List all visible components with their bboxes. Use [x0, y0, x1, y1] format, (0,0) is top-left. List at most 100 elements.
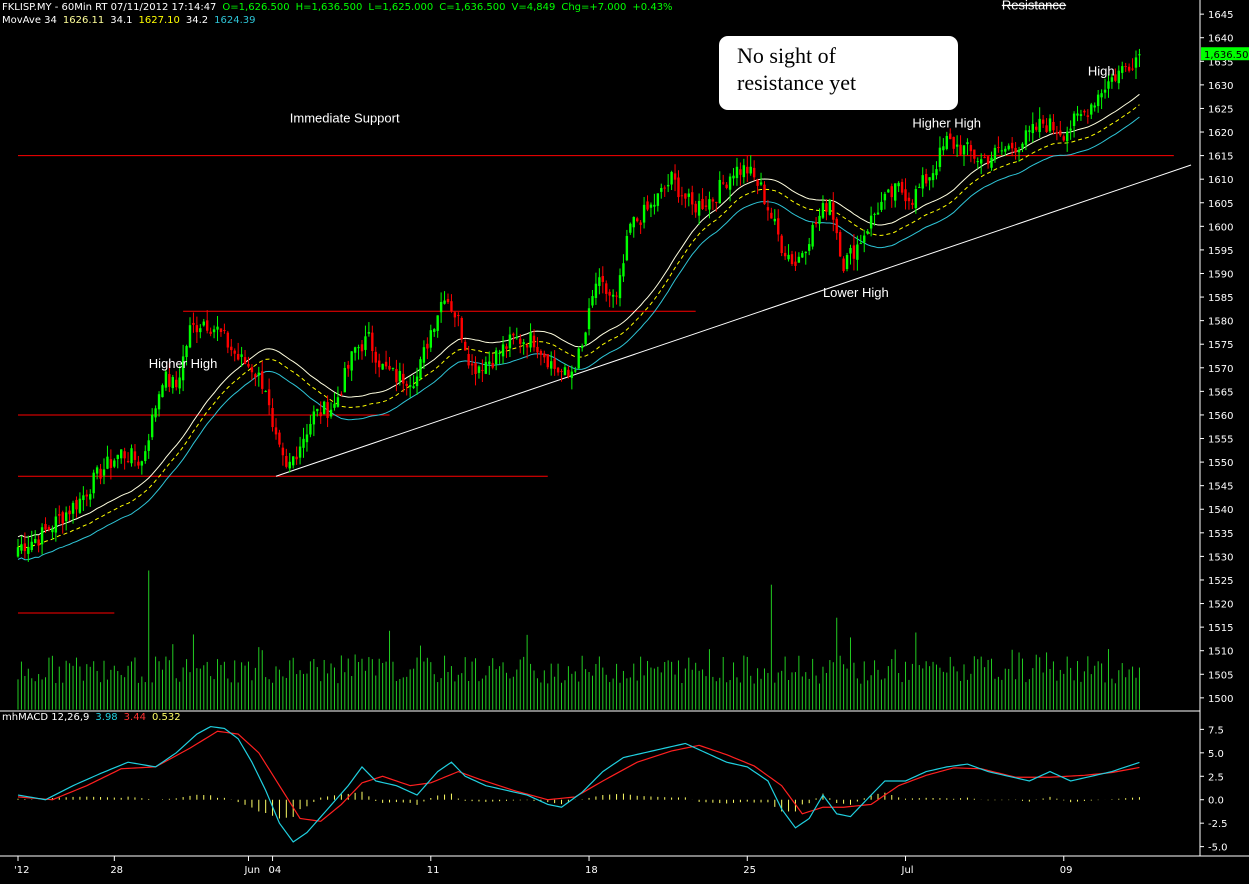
candle-body	[333, 403, 336, 408]
ohlc-field-6: Chg=+7.000	[561, 2, 627, 13]
candle-body	[684, 193, 687, 199]
candle-body	[955, 144, 959, 147]
candle-body	[567, 369, 570, 377]
candle-body	[82, 495, 85, 501]
candle-body	[54, 516, 58, 533]
candle-body	[92, 472, 95, 494]
candle-body	[525, 345, 529, 348]
candle-body	[206, 320, 209, 331]
candle-body	[790, 254, 794, 265]
candle-body	[1124, 66, 1127, 68]
candle-body	[849, 248, 852, 254]
candle-body	[429, 330, 432, 348]
candle-body	[1069, 128, 1072, 131]
ohlc-header: FKLISP.MY - 60Min RT 07/11/2012 17:14:47…	[2, 2, 679, 13]
candle-body	[89, 494, 92, 500]
candle-body	[95, 467, 99, 474]
candle-body	[1000, 150, 1004, 152]
price-tick-label: 1615	[1208, 152, 1233, 163]
macd-tick-label: 5.0	[1208, 749, 1224, 760]
candle-body	[914, 189, 918, 209]
candle-body	[835, 218, 838, 234]
candle-body	[147, 440, 150, 451]
last-price-label: 1,636.50	[1204, 50, 1249, 61]
candle-body	[728, 176, 732, 190]
candle-body	[894, 183, 897, 201]
candle-body	[171, 377, 174, 389]
ohlc-field-5: V=4,849	[511, 2, 556, 13]
candle-body	[759, 182, 763, 185]
candle-body	[364, 336, 367, 350]
candle-body	[408, 385, 412, 387]
candle-body	[550, 361, 553, 369]
candle-body	[856, 244, 859, 260]
candle-body	[766, 207, 770, 211]
time-tick-label: Jul	[901, 865, 914, 876]
candle-body	[1048, 118, 1052, 132]
price-chart: 1645164016351630162516201615161016051600…	[0, 0, 1249, 876]
candle-body	[195, 325, 199, 333]
candle-body	[1066, 131, 1069, 142]
candle-body	[209, 331, 212, 334]
candle-body	[1138, 54, 1141, 56]
candle-body	[832, 202, 835, 220]
candle-body	[388, 365, 391, 370]
candle-body	[68, 510, 71, 515]
candle-body	[309, 424, 312, 435]
candle-body	[102, 469, 106, 476]
price-tick-label: 1535	[1208, 529, 1233, 540]
candle-body	[347, 364, 350, 369]
candle-body	[192, 322, 195, 325]
candle-body	[1031, 124, 1034, 134]
candle-body	[945, 135, 948, 149]
candle-body	[1117, 70, 1120, 84]
candle-body	[329, 409, 333, 417]
candle-body	[962, 145, 966, 155]
candle-body	[677, 177, 680, 198]
candle-body	[378, 360, 381, 368]
price-tick-label: 1540	[1208, 505, 1233, 516]
candle-body	[1007, 145, 1010, 150]
candle-body	[494, 350, 498, 365]
candle-body	[120, 449, 123, 459]
price-tick-label: 1575	[1208, 340, 1233, 351]
ma-field-4: 34.2	[185, 15, 209, 26]
candle-body	[264, 390, 267, 392]
candle-body	[605, 283, 608, 294]
ma-field-5: 1624.39	[214, 15, 256, 26]
candle-body	[130, 448, 133, 464]
candle-body	[673, 173, 677, 180]
candle-body	[587, 308, 591, 330]
candle-body	[415, 376, 419, 387]
candle-body	[935, 169, 938, 176]
candle-body	[175, 379, 178, 388]
candle-body	[295, 456, 298, 460]
candle-body	[808, 244, 811, 251]
macd-field-1: 3.98	[95, 712, 118, 723]
price-tick-label: 1605	[1208, 199, 1233, 210]
candle-body	[460, 318, 463, 340]
candle-body	[216, 326, 219, 330]
candle-body	[777, 218, 780, 235]
candle-body	[481, 369, 484, 371]
note-line-2: resistance yet	[737, 70, 857, 95]
candle-body	[20, 544, 23, 551]
candle-body	[1096, 94, 1100, 107]
candle-body	[787, 254, 790, 260]
moving-average-header: MovAve 34 1626.11 34.1 1627.10 34.2 1624.39	[2, 15, 262, 26]
candle-body	[1024, 130, 1028, 145]
note-line-1: No sight of	[737, 43, 836, 68]
candle-body	[126, 461, 130, 463]
candle-body	[47, 526, 51, 530]
candle-body	[453, 312, 457, 318]
candle-body	[164, 371, 168, 388]
candle-body	[653, 204, 656, 207]
candle-body	[30, 541, 33, 550]
candle-body	[257, 372, 260, 376]
candle-body	[58, 514, 61, 516]
candle-body	[150, 414, 154, 438]
candle-body	[113, 460, 116, 467]
candle-body	[1083, 110, 1086, 113]
candle-body	[1100, 93, 1103, 98]
candle-body	[384, 361, 388, 367]
